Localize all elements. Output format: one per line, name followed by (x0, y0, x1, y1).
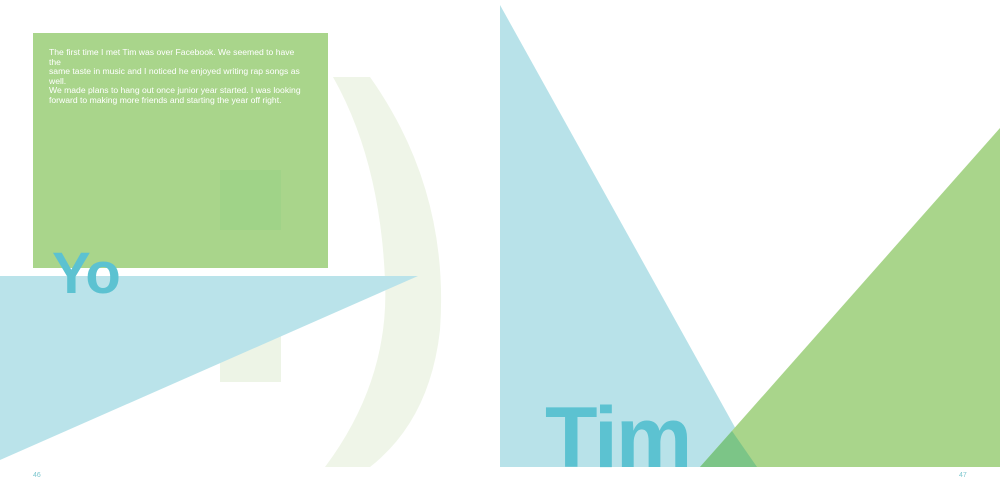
page-number-right: 47 (959, 472, 967, 479)
page-number-left: 46 (33, 472, 41, 479)
left-page: The first time I met Tim was over Facebo… (0, 0, 500, 500)
green-triangle (700, 128, 1000, 467)
headline-tim: Tim (545, 390, 692, 486)
magazine-spread: The first time I met Tim was over Facebo… (0, 0, 1000, 500)
square-in-green-box (220, 170, 281, 230)
right-page: Tim 47 (500, 0, 1000, 500)
headline-yo: Yo (52, 241, 121, 306)
